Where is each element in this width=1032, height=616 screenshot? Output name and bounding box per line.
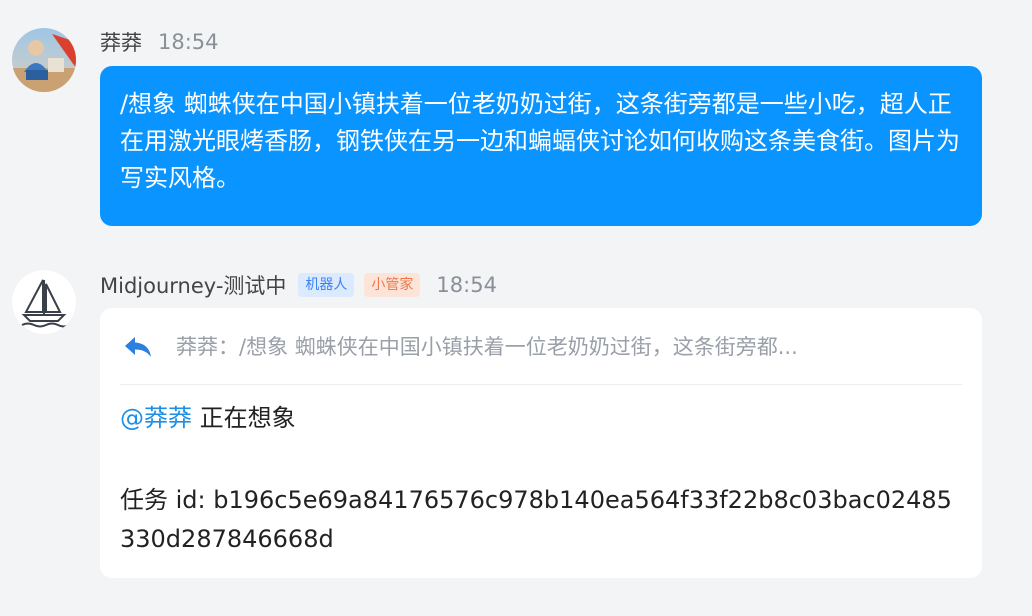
message-time: 18:54 [158, 30, 219, 54]
mention-link[interactable]: @莽莽 [120, 404, 192, 432]
message-time: 18:54 [436, 273, 497, 297]
bot-avatar[interactable] [12, 270, 76, 334]
bot-message-bubble[interactable]: 莽莽：/想象 蜘蛛侠在中国小镇扶着一位老奶奶过街，这条街旁都... @莽莽 正在… [100, 308, 982, 578]
task-id-text: 任务 id: b196c5e69a84176576c978b140ea564f3… [120, 486, 952, 553]
user-avatar-photo [12, 28, 76, 92]
quoted-message[interactable]: 莽莽：/想象 蜘蛛侠在中国小镇扶着一位老奶奶过街，这条街旁都... [120, 308, 962, 385]
quoted-text: 莽莽：/想象 蜘蛛侠在中国小镇扶着一位老奶奶过街，这条街旁都... [176, 335, 798, 359]
sailboat-logo-icon [12, 270, 76, 334]
message-meta: Midjourney-测试中 机器人 小管家 18:54 [100, 270, 497, 300]
status-text: 正在想象 [199, 404, 296, 432]
user-message-bubble[interactable]: /想象 蜘蛛侠在中国小镇扶着一位老奶奶过街，这条街旁都是一些小吃，超人正在用激光… [100, 66, 982, 226]
reply-arrow-icon [125, 337, 151, 357]
bot-badge: 机器人 [298, 273, 355, 297]
user-avatar[interactable] [12, 28, 76, 92]
sender-name[interactable]: 莽莽 [100, 27, 142, 57]
sender-name[interactable]: Midjourney-测试中 [100, 270, 286, 300]
chat-message-user: 莽莽 18:54 /想象 蜘蛛侠在中国小镇扶着一位老奶奶过街，这条街旁都是一些小… [0, 0, 1032, 240]
message-text: /想象 蜘蛛侠在中国小镇扶着一位老奶奶过街，这条街旁都是一些小吃，超人正在用激光… [120, 90, 960, 192]
message-meta: 莽莽 18:54 [100, 27, 219, 57]
admin-badge: 小管家 [364, 273, 421, 297]
status-line: @莽莽 正在想象 [120, 401, 962, 435]
